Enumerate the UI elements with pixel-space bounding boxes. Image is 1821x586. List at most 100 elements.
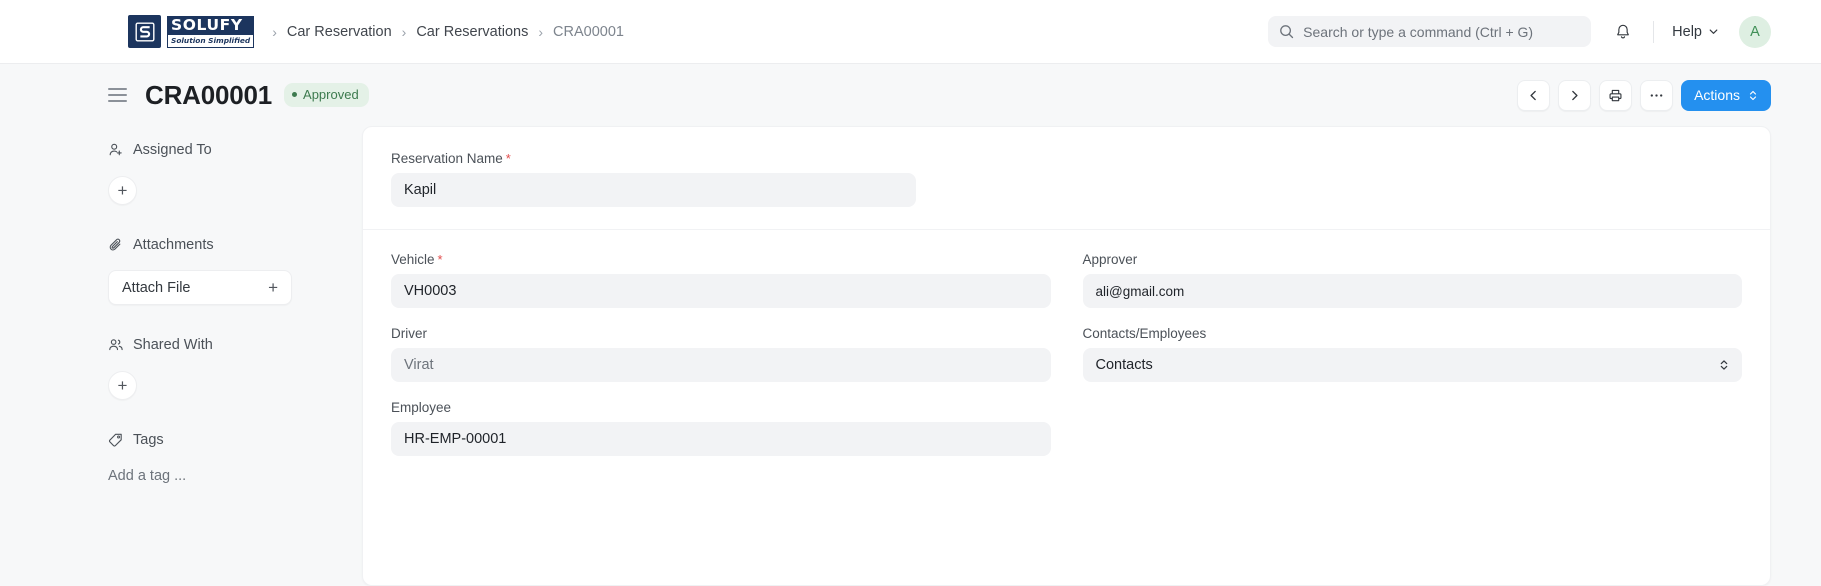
- more-options-button[interactable]: [1640, 79, 1674, 111]
- next-document-button[interactable]: [1558, 79, 1592, 111]
- breadcrumb-separator: ›: [272, 23, 277, 40]
- sidebar-heading-attachments: Attachments: [108, 231, 340, 259]
- form-row-details: Vehicle * VH0003 Driver Virat Employee H…: [391, 230, 1742, 456]
- status-badge-label: Approved: [303, 87, 359, 102]
- sidebar-heading-assigned-to: Assigned To: [108, 136, 340, 164]
- help-label: Help: [1672, 23, 1702, 40]
- sidebar-section-tags: Tags Add a tag ...: [108, 426, 340, 484]
- sidebar-heading-tags: Tags: [108, 426, 340, 454]
- form-column-left: Vehicle * VH0003 Driver Virat Employee H…: [391, 252, 1051, 456]
- bell-icon: [1614, 23, 1632, 41]
- input-vehicle[interactable]: VH0003: [391, 274, 1051, 308]
- field-driver: Driver Virat: [391, 326, 1051, 382]
- form-row-name: Reservation Name * Kapil: [391, 151, 1742, 207]
- breadcrumb-item-car-reservations[interactable]: Car Reservations: [416, 24, 528, 40]
- breadcrumb-separator: ›: [538, 23, 544, 40]
- status-badge: Approved: [284, 83, 369, 107]
- help-menu[interactable]: Help: [1668, 20, 1723, 44]
- label-text: Employee: [391, 400, 452, 415]
- page-title: CRA00001: [145, 79, 273, 110]
- avatar[interactable]: A: [1739, 15, 1771, 48]
- sidebar-label-attachments: Attachments: [133, 237, 214, 253]
- input-employee[interactable]: HR-EMP-00001: [391, 422, 1051, 456]
- field-approver: Approver ali@gmail.com: [1082, 252, 1743, 308]
- sidebar-label-shared-with: Shared With: [133, 337, 213, 353]
- input-approver[interactable]: ali@gmail.com: [1082, 274, 1742, 308]
- field-employee: Employee HR-EMP-00001: [391, 400, 1051, 456]
- breadcrumb-item-current: CRA00001: [553, 23, 624, 40]
- attach-file-button[interactable]: Attach File +: [108, 270, 292, 305]
- label-text: Vehicle: [391, 252, 435, 267]
- navbar-right: Search or type a command (Ctrl + G) Help…: [1268, 15, 1771, 48]
- printer-icon: [1608, 88, 1623, 103]
- label-text: Approver: [1082, 252, 1138, 267]
- users-icon: [108, 337, 124, 353]
- sidebar-section-shared-with: Shared With +: [108, 331, 340, 400]
- field-vehicle: Vehicle * VH0003: [391, 252, 1051, 308]
- status-dot-icon: [292, 92, 298, 97]
- label-approver: Approver: [1083, 252, 1743, 267]
- required-marker: *: [437, 252, 443, 267]
- sidebar-section-attachments: Attachments Attach File +: [108, 231, 340, 305]
- logo-mark-icon: [128, 15, 161, 48]
- field-contacts-employees: Contacts/Employees Contacts: [1082, 326, 1743, 382]
- form-column-right-empty: [1083, 151, 1743, 207]
- label-reservation-name: Reservation Name *: [391, 151, 1051, 166]
- reservation-form-card: Reservation Name * Kapil Vehicle * VH000…: [362, 126, 1771, 586]
- form-column-right: Approver ali@gmail.com Contacts/Employee…: [1082, 252, 1743, 456]
- notifications-button[interactable]: [1607, 16, 1639, 48]
- label-employee: Employee: [391, 400, 1051, 415]
- sidebar-label-assigned-to: Assigned To: [133, 142, 212, 158]
- breadcrumb-item-car-reservation[interactable]: Car Reservation: [287, 24, 392, 40]
- page-header: CRA00001 Approved Actions: [0, 64, 1821, 126]
- search-input[interactable]: Search or type a command (Ctrl + G): [1268, 16, 1592, 47]
- input-driver[interactable]: Virat: [391, 348, 1051, 382]
- add-assignment-button[interactable]: +: [108, 176, 137, 205]
- input-reservation-name[interactable]: Kapil: [391, 173, 916, 207]
- breadcrumb-separator: ›: [401, 23, 407, 40]
- label-driver: Driver: [391, 326, 1051, 341]
- logo-tagline: Solution Simplified: [167, 34, 255, 48]
- label-text: Reservation Name: [391, 151, 503, 166]
- page-body: Assigned To + Attachments Attach File +: [0, 126, 1821, 586]
- app-logo[interactable]: SOLUFY Solution Simplified: [128, 15, 255, 48]
- select-contacts-employees[interactable]: Contacts: [1082, 348, 1742, 382]
- sidebar-label-tags: Tags: [133, 432, 164, 448]
- chevron-down-icon: [1708, 26, 1719, 37]
- breadcrumb: › Car Reservation › Car Reservations › C…: [272, 24, 624, 40]
- label-text: Contacts/Employees: [1082, 326, 1207, 341]
- chevron-up-down-icon: [1719, 358, 1729, 372]
- label-vehicle: Vehicle *: [391, 252, 1051, 267]
- sidebar-section-assigned-to: Assigned To +: [108, 136, 340, 205]
- logo-wordmark: SOLUFY: [167, 15, 255, 35]
- top-navbar: SOLUFY Solution Simplified › Car Reserva…: [0, 0, 1821, 64]
- search-icon: [1279, 24, 1294, 39]
- actions-button[interactable]: Actions: [1681, 79, 1771, 111]
- form-column-left: Reservation Name * Kapil: [391, 151, 1051, 207]
- select-value: Contacts: [1095, 357, 1153, 373]
- tag-icon: [108, 432, 124, 448]
- required-marker: *: [505, 151, 511, 166]
- field-reservation-name: Reservation Name * Kapil: [391, 151, 1051, 207]
- navbar-divider: [1653, 20, 1655, 43]
- label-contacts-employees: Contacts/Employees: [1083, 326, 1743, 341]
- page-header-actions: Actions: [1517, 79, 1771, 111]
- document-sidebar: Assigned To + Attachments Attach File +: [108, 126, 340, 586]
- label-text: Driver: [391, 326, 427, 341]
- add-tag-input[interactable]: Add a tag ...: [108, 468, 340, 484]
- paperclip-icon: [108, 237, 124, 253]
- user-plus-icon: [108, 142, 124, 158]
- print-button[interactable]: [1599, 79, 1633, 111]
- attach-file-label: Attach File: [122, 279, 191, 296]
- sidebar-heading-shared-with: Shared With: [108, 331, 340, 359]
- hamburger-icon[interactable]: [108, 88, 127, 102]
- add-share-button[interactable]: +: [108, 371, 137, 400]
- plus-icon: +: [268, 278, 278, 297]
- prev-document-button[interactable]: [1517, 79, 1551, 111]
- actions-button-label: Actions: [1694, 87, 1740, 103]
- search-placeholder: Search or type a command (Ctrl + G): [1303, 23, 1534, 40]
- chevron-up-down-icon: [1748, 89, 1758, 102]
